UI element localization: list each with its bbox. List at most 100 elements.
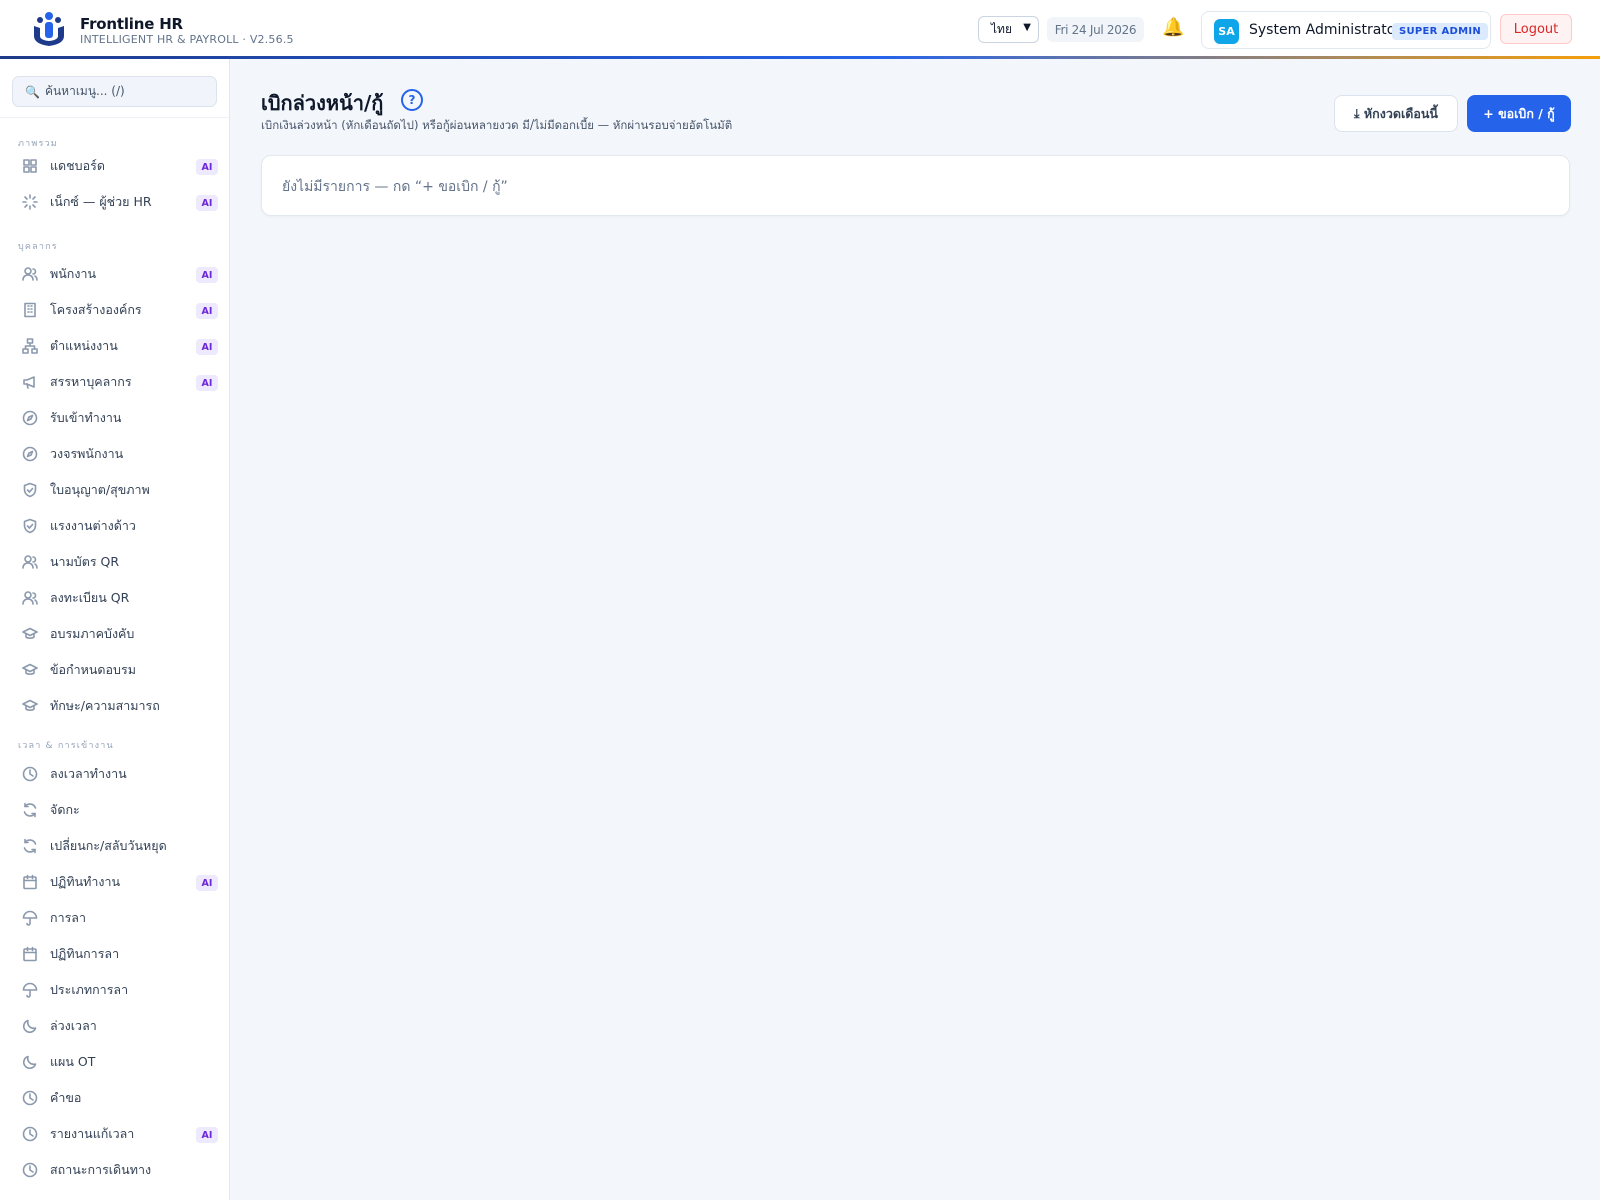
calendar-icon [22, 946, 38, 962]
sidebar-item-label: ประเภทการลา [50, 982, 129, 997]
shield-icon [22, 482, 38, 498]
sidebar-item-work-calendar[interactable]: ปฏิทินทำงาน AI [12, 865, 218, 899]
umbrella-icon [22, 910, 38, 926]
sidebar-item-dashboard[interactable]: แดชบอร์ด AI [12, 149, 218, 183]
sidebar-item-leave[interactable]: การลา [12, 901, 218, 935]
clock-icon [22, 1090, 38, 1106]
ai-badge: AI [196, 195, 218, 211]
sidebar-item-qr-business-card[interactable]: นามบัตร QR [12, 545, 218, 579]
sidebar-item-label: ล่วงเวลา [50, 1018, 97, 1033]
compass-icon [22, 410, 38, 426]
sidebar-item-qr-registration[interactable]: ลงทะเบียน QR [12, 581, 218, 615]
request-advance-loan-button[interactable]: + ขอเบิก / กู้ [1467, 95, 1571, 132]
frontline-logo-icon [34, 12, 64, 46]
sidebar-item-travel-status[interactable]: สถานะการเดินทาง [12, 1153, 218, 1187]
user-menu[interactable]: SA System Administrator SUPER ADMIN [1201, 11, 1491, 49]
sidebar-item-mandatory-training[interactable]: อบรมภาคบังคับ [12, 617, 218, 651]
sparkle-icon [22, 194, 38, 210]
sidebar-item-label: ลงเวลาทำงาน [50, 766, 127, 781]
ai-badge: AI [196, 875, 218, 891]
sidebar-item-label: สรรหาบุคลากร [50, 374, 132, 389]
logout-button[interactable]: Logout [1500, 14, 1572, 44]
sidebar-item-leave-types[interactable]: ประเภทการลา [12, 973, 218, 1007]
sidebar-item-foreign-workers[interactable]: แรงงานต่างด้าว [12, 509, 218, 543]
compass-icon [22, 446, 38, 462]
graduation-cap-icon [22, 698, 38, 714]
sidebar-item-nex-assistant[interactable]: เน็กซ์ — ผู้ช่วย HR AI [12, 185, 218, 219]
building-icon [22, 302, 38, 318]
sidebar-item-label: อบรมภาคบังคับ [50, 626, 135, 641]
graduation-cap-icon [22, 626, 38, 642]
ai-badge: AI [196, 303, 218, 319]
sidebar-item-license-health[interactable]: ใบอนุญาต/สุขภาพ [12, 473, 218, 507]
sidebar-item-time-clock[interactable]: ลงเวลาทำงาน [12, 757, 218, 791]
page-subtitle: เบิกเงินล่วงหน้า (หักเดือนถัดไป) หรือกู้… [261, 118, 733, 132]
sidebar: 🔍 ค้นหาเมนู... (/) ภาพรวม บุคลากร เวลา &… [0, 59, 230, 1200]
chevron-down-icon: ▼ [1023, 22, 1031, 33]
section-label-personnel: บุคลากร [18, 242, 58, 252]
avatar: SA [1214, 19, 1239, 44]
section-label-time: เวลา & การเข้างาน [18, 741, 114, 751]
sidebar-item-time-fix-report[interactable]: รายงานแก้เวลา AI [12, 1117, 218, 1151]
sidebar-item-skills[interactable]: ทักษะ/ความสามารถ [12, 689, 218, 723]
sidebar-item-label: เน็กซ์ — ผู้ช่วย HR [50, 194, 152, 209]
sidebar-item-label: สถานะการเดินทาง [50, 1162, 152, 1177]
sidebar-item-label: แรงงานต่างด้าว [50, 518, 136, 533]
sidebar-item-label: ลงทะเบียน QR [50, 590, 130, 605]
sidebar-item-label: ปฏิทินการลา [50, 946, 120, 961]
sidebar-item-requests[interactable]: คำขอ [12, 1081, 218, 1115]
sidebar-item-label: จัดกะ [50, 802, 80, 817]
sidebar-item-org-structure[interactable]: โครงสร้างองค์กร AI [12, 293, 218, 327]
bell-icon[interactable]: 🔔 [1162, 17, 1184, 38]
brand-subtitle: INTELLIGENT HR & PAYROLL · V2.56.5 [80, 33, 294, 46]
sidebar-item-overtime[interactable]: ล่วงเวลา [12, 1009, 218, 1043]
ai-badge: AI [196, 1127, 218, 1143]
sidebar-item-label: พนักงาน [50, 266, 97, 281]
user-name: System Administrator [1249, 22, 1402, 38]
sidebar-item-shift-assign[interactable]: จัดกะ [12, 793, 218, 827]
calendar-icon [22, 874, 38, 890]
role-badge: SUPER ADMIN [1392, 23, 1489, 40]
ai-badge: AI [196, 159, 218, 175]
ai-badge: AI [196, 339, 218, 355]
sidebar-item-onboarding[interactable]: รับเข้าทำงาน [12, 401, 218, 435]
sidebar-item-label: เปลี่ยนกะ/สลับวันหยุด [50, 838, 167, 853]
sidebar-item-label: วงจรพนักงาน [50, 446, 124, 461]
date-chip: Fri 24 Jul 2026 [1047, 17, 1144, 42]
sidebar-divider [0, 117, 229, 118]
shield-icon [22, 518, 38, 534]
empty-state-message: ยังไม่มีรายการ — กด “+ ขอเบิก / กู้” [282, 179, 508, 195]
ai-badge: AI [196, 375, 218, 391]
sidebar-item-leave-calendar[interactable]: ปฏิทินการลา [12, 937, 218, 971]
sidebar-item-employees[interactable]: พนักงาน AI [12, 257, 218, 291]
deduct-this-month-button[interactable]: ⤓ หักงวดเดือนนี้ [1334, 95, 1458, 132]
grid-icon [22, 158, 38, 174]
moon-icon [22, 1054, 38, 1070]
sidebar-item-recruitment[interactable]: สรรหาบุคลากร AI [12, 365, 218, 399]
sidebar-item-positions[interactable]: ตำแหน่งงาน AI [12, 329, 218, 363]
search-placeholder: ค้นหาเมนู... (/) [44, 84, 125, 98]
sidebar-item-label: คำขอ [50, 1090, 82, 1105]
sidebar-item-label: รายงานแก้เวลา [50, 1126, 135, 1141]
language-select[interactable]: ไทย ▼ [978, 16, 1039, 43]
clock-icon [22, 766, 38, 782]
help-icon[interactable]: ? [401, 89, 423, 111]
sidebar-item-label: ปฏิทินทำงาน [50, 874, 121, 889]
sidebar-item-label: รับเข้าทำงาน [50, 410, 122, 425]
users-icon [22, 554, 38, 570]
empty-state-card: ยังไม่มีรายการ — กด “+ ขอเบิก / กู้” [261, 155, 1570, 216]
ai-badge: AI [196, 267, 218, 283]
sidebar-item-shift-swap[interactable]: เปลี่ยนกะ/สลับวันหยุด [12, 829, 218, 863]
refresh-icon [22, 802, 38, 818]
search-input[interactable]: 🔍 ค้นหาเมนู... (/) [12, 76, 217, 107]
sidebar-item-employee-lifecycle[interactable]: วงจรพนักงาน [12, 437, 218, 471]
users-icon [22, 590, 38, 606]
sidebar-item-label: ตำแหน่งงาน [50, 338, 118, 353]
header-accent-bar [0, 56, 1600, 59]
sidebar-item-ot-plan[interactable]: แผน OT [12, 1045, 218, 1079]
sidebar-item-label: แดชบอร์ด [50, 158, 105, 173]
brand-title: Frontline HR [80, 15, 183, 33]
clock-icon [22, 1126, 38, 1142]
sidebar-item-training-requirements[interactable]: ข้อกำหนดอบรม [12, 653, 218, 687]
clock-icon [22, 1162, 38, 1178]
